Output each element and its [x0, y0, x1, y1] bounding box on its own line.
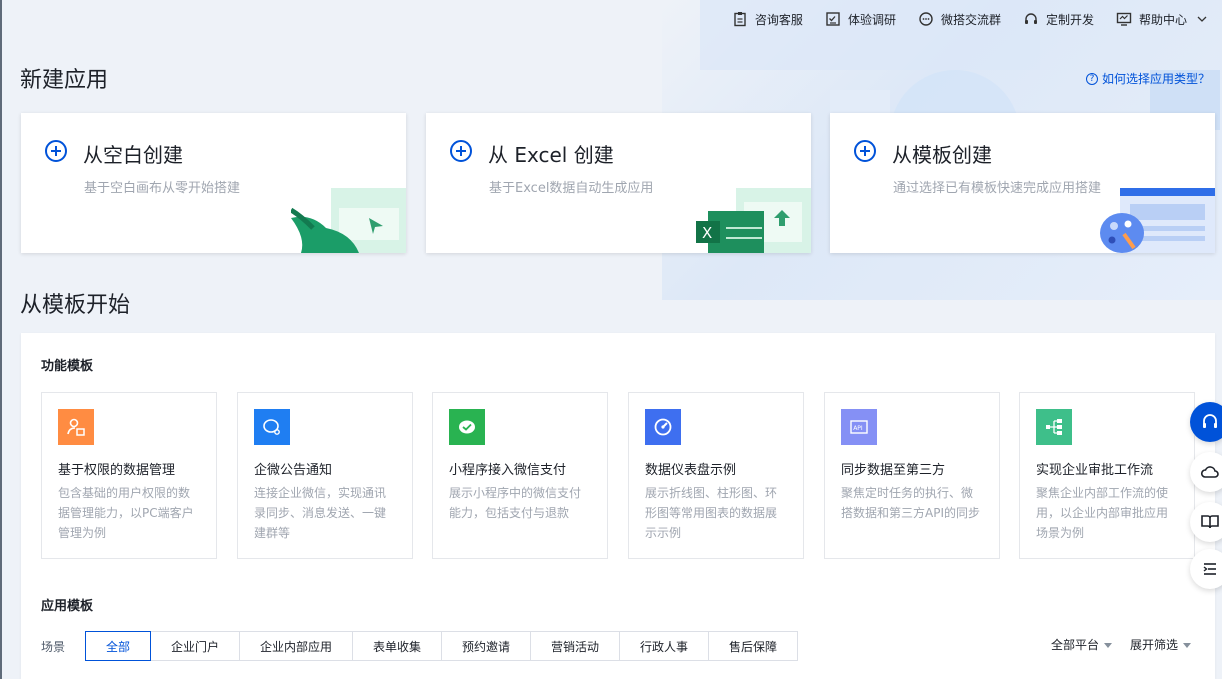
list-indent-icon	[1203, 563, 1216, 575]
chat-icon	[918, 11, 934, 27]
menu-float-button[interactable]	[1190, 549, 1222, 589]
help-center-menu[interactable]: 帮助中心	[1116, 11, 1210, 28]
help-link-label: 如何选择应用类型？	[1101, 72, 1210, 86]
top-nav: 咨询客服 体验调研 微搭交流群 定制开发 帮助中心	[732, 0, 1222, 38]
scene-tab-hr[interactable]: 行政人事	[620, 631, 710, 661]
survey-label: 体验调研	[847, 12, 896, 27]
scene-tab-marketing[interactable]: 营销活动	[531, 631, 621, 661]
create-from-template-card[interactable]: 从模板创建 通过选择已有模板快速完成应用搭建	[830, 113, 1215, 253]
support-link[interactable]: 咨询客服	[732, 11, 803, 28]
expand-filter-label: 展开筛选	[1129, 638, 1178, 652]
card-title: 从 Excel 创建	[488, 143, 614, 167]
wecom-icon	[254, 409, 290, 445]
create-blank-card[interactable]: 从空白创建 基于空白画布从零开始搭建	[21, 113, 406, 253]
template-name: 同步数据至第三方	[841, 463, 946, 478]
docs-float-button[interactable]	[1190, 502, 1222, 542]
template-desc: 聚焦企业内部工作流的使用，以企业内部审批应用场景为例	[1036, 486, 1169, 540]
template-desc: 连接企业微信，实现通讯录同步、消息发送、一键建群等	[254, 486, 387, 540]
excel-illustration: X	[696, 188, 811, 253]
svg-text:API: API	[853, 425, 863, 432]
book-icon	[1201, 515, 1219, 529]
platform-filter-label: 全部平台	[1050, 638, 1099, 652]
app-type-help-link[interactable]: ? 如何选择应用类型？	[1085, 70, 1210, 87]
wechat-pay-icon	[449, 409, 485, 445]
headset-icon	[1203, 414, 1217, 428]
survey-icon	[825, 11, 841, 27]
survey-link[interactable]: 体验调研	[825, 11, 896, 28]
plus-circle-icon	[450, 140, 472, 162]
gauge-icon	[645, 409, 681, 445]
scene-tab-aftersales[interactable]: 售后保障	[709, 631, 799, 661]
template-name: 实现企业审批工作流	[1036, 463, 1154, 478]
scene-label: 场景	[41, 639, 66, 654]
template-card-wechat-pay[interactable]: 小程序接入微信支付 展示小程序中的微信支付能力，包括支付与退款	[432, 392, 608, 559]
template-card-approval-workflow[interactable]: 实现企业审批工作流 聚焦企业内部工作流的使用，以企业内部审批应用场景为例	[1019, 392, 1195, 559]
scene-tab-portal[interactable]: 企业门户	[151, 631, 241, 661]
caret-down-icon	[1103, 643, 1112, 648]
template-name: 基于权限的数据管理	[58, 463, 176, 478]
template-name: 企微公告通知	[254, 463, 333, 478]
plus-circle-icon	[45, 140, 67, 162]
cloud-icon	[1200, 466, 1219, 478]
card-title: 从模板创建	[892, 143, 992, 167]
headset-icon	[1023, 11, 1039, 27]
question-icon: ?	[1085, 72, 1098, 85]
help-center-label: 帮助中心	[1138, 12, 1187, 27]
cloud-float-button[interactable]	[1190, 452, 1222, 492]
templates-section-title: 从模板开始	[20, 293, 131, 318]
caret-down-icon	[1183, 643, 1191, 648]
right-filters: 全部平台 展开筛选	[1051, 636, 1191, 653]
clipboard-icon	[732, 11, 748, 27]
template-desc: 包含基础的用户权限的数据管理能力，以PC端客户管理为例	[58, 486, 194, 540]
expand-filter-dropdown[interactable]: 展开筛选	[1130, 636, 1191, 653]
create-from-excel-card[interactable]: 从 Excel 创建 基于Excel数据自动生成应用 X	[426, 113, 811, 253]
plus-circle-icon	[854, 140, 876, 162]
scene-tab-all[interactable]: 全部	[85, 631, 152, 661]
page-title: 新建应用	[20, 68, 109, 93]
templates-panel: 功能模板 基于权限的数据管理 包含基础的用户权限的数据管理能力，以PC端客户管理…	[21, 333, 1215, 679]
customer-service-float-button[interactable]	[1190, 402, 1222, 442]
template-card-dashboard[interactable]: 数据仪表盘示例 展示折线图、柱形图、环形图等常用图表的数据展示示例	[628, 392, 804, 559]
template-name: 数据仪表盘示例	[645, 463, 737, 478]
template-card-permission-data[interactable]: 基于权限的数据管理 包含基础的用户权限的数据管理能力，以PC端客户管理为例	[41, 392, 217, 559]
api-icon: API	[841, 409, 877, 445]
template-illustration	[1100, 188, 1215, 253]
feature-templates-title: 功能模板	[41, 359, 94, 374]
scene-tab-internal[interactable]: 企业内部应用	[240, 631, 354, 661]
app-templates-title: 应用模板	[41, 599, 94, 614]
custom-dev-label: 定制开发	[1045, 12, 1094, 27]
community-link[interactable]: 微搭交流群	[918, 11, 1001, 28]
community-label: 微搭交流群	[940, 12, 1001, 27]
template-card-sync-third-party[interactable]: API 同步数据至第三方 聚焦定时任务的执行、微搭数据和第三方API的同步	[824, 392, 1000, 559]
scene-tabs: 全部 企业门户 企业内部应用 表单收集 预约邀请 营销活动 行政人事 售后保障	[85, 631, 799, 661]
scene-tab-booking[interactable]: 预约邀请	[442, 631, 532, 661]
template-name: 小程序接入微信支付	[449, 463, 567, 478]
monitor-icon	[1116, 11, 1132, 27]
support-label: 咨询客服	[754, 12, 803, 27]
template-card-wecom-notice[interactable]: 企微公告通知 连接企业微信，实现通讯录同步、消息发送、一键建群等	[237, 392, 413, 559]
scene-filter-row: 场景 全部 企业门户 企业内部应用 表单收集 预约邀请 营销活动 行政人事 售后…	[41, 631, 799, 661]
card-description: 基于空白画布从零开始搭建	[84, 181, 241, 196]
window-edge	[0, 0, 2, 679]
platform-filter-dropdown[interactable]: 全部平台	[1051, 636, 1112, 653]
card-title: 从空白创建	[83, 143, 183, 167]
card-description: 通过选择已有模板快速完成应用搭建	[893, 181, 1102, 196]
template-desc: 聚焦定时任务的执行、微搭数据和第三方API的同步	[841, 486, 980, 520]
template-desc: 展示折线图、柱形图、环形图等常用图表的数据展示示例	[645, 486, 778, 540]
user-lock-icon	[58, 409, 94, 445]
template-desc: 展示小程序中的微信支付能力，包括支付与退款	[449, 486, 582, 520]
blank-canvas-illustration	[291, 188, 406, 253]
scene-tab-form[interactable]: 表单收集	[353, 631, 443, 661]
custom-dev-link[interactable]: 定制开发	[1023, 11, 1094, 28]
card-description: 基于Excel数据自动生成应用	[489, 181, 654, 196]
workflow-icon	[1036, 409, 1072, 445]
svg-text:X: X	[702, 224, 712, 242]
chevron-down-icon	[1194, 11, 1210, 27]
